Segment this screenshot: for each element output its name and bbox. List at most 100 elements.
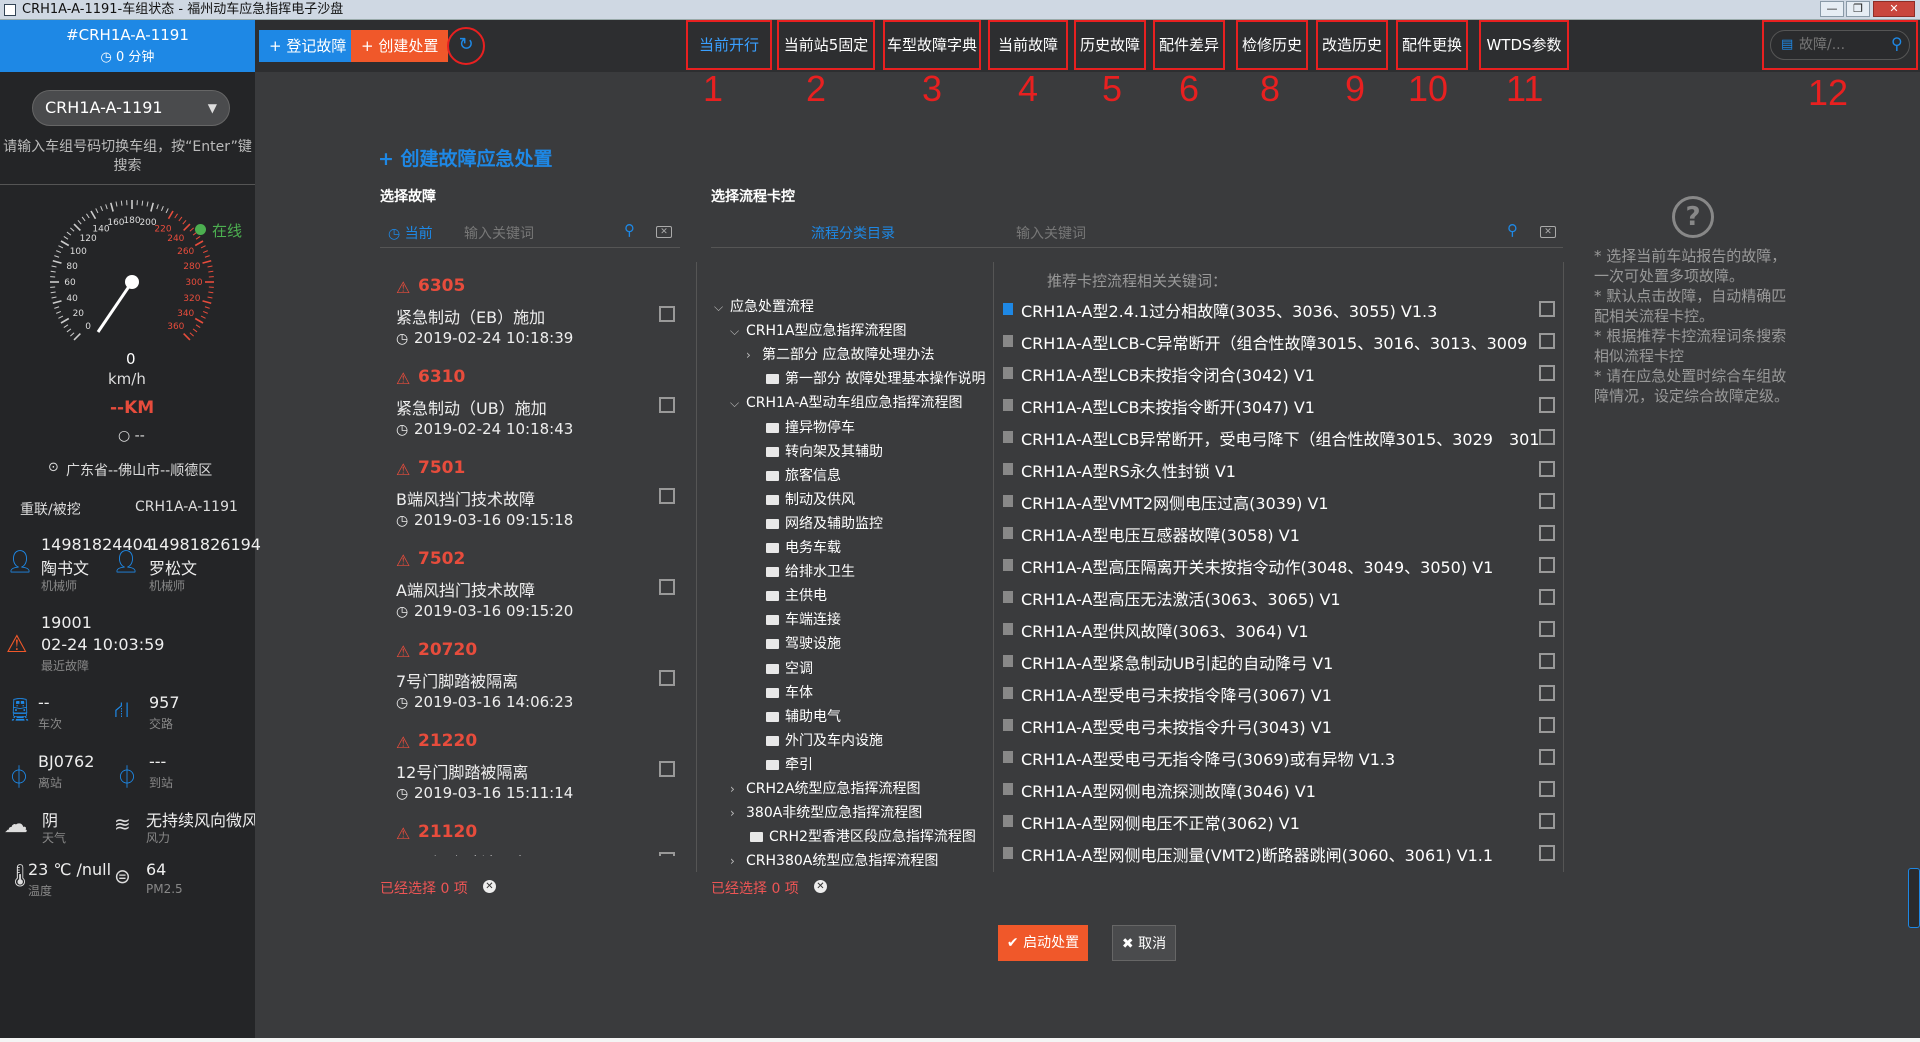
process-checkbox[interactable] — [1539, 365, 1555, 381]
tree-node[interactable]: › 380A非统型应急指挥流程图 — [730, 802, 922, 822]
tab-current-station[interactable]: 当前站5固定 — [777, 20, 875, 70]
tree-node[interactable]: 第一部分 故障处理基本操作说明 — [746, 368, 985, 388]
tab-parts-diff[interactable]: 配件差异 — [1153, 20, 1225, 70]
tree-node[interactable]: 旅客信息 — [746, 465, 841, 485]
process-checkbox[interactable] — [1539, 557, 1555, 573]
flow-keyword-input[interactable]: 输入关键词 — [1016, 223, 1086, 243]
tree-node[interactable]: 外门及车内设施 — [746, 730, 883, 750]
search-icon[interactable]: ⚲ — [1507, 221, 1518, 239]
tab-repair-history[interactable]: 检修历史 — [1236, 20, 1308, 70]
process-checkbox[interactable] — [1539, 461, 1555, 477]
tab-current-running[interactable]: 当前开行 — [686, 20, 772, 70]
tree-node[interactable]: ⌵ CRH1A型应急指挥流程图 — [730, 320, 907, 340]
process-item[interactable]: CRH1A-A型VMT2网侧电压过高(3039) V1 — [1003, 490, 1563, 514]
process-item[interactable]: CRH1A-A型LCB-C异常断开（组合性故障3015、3016、3013、30… — [1003, 330, 1563, 354]
fault-checkbox[interactable] — [659, 852, 675, 856]
tree-node[interactable]: 空调 — [746, 658, 813, 678]
process-item[interactable]: CRH1A-A型网侧电流探测故障(3046) V1 — [1003, 778, 1563, 802]
process-checkbox[interactable] — [1539, 685, 1555, 701]
minimize-button[interactable]: — — [1820, 1, 1844, 17]
tree-node[interactable]: 电务车载 — [746, 537, 841, 557]
fault-checkbox[interactable] — [659, 488, 675, 504]
process-checkbox[interactable] — [1539, 621, 1555, 637]
search-icon[interactable]: ⚲ — [1891, 34, 1903, 53]
tab-modify-history[interactable]: 改造历史 — [1316, 20, 1388, 70]
process-checkbox[interactable] — [1539, 525, 1555, 541]
process-checkbox[interactable] — [1539, 589, 1555, 605]
fault-item[interactable]: ⚠ 21120 11号门脚踏被隔离 — [396, 822, 696, 856]
process-checkbox[interactable] — [1539, 717, 1555, 733]
tree-node[interactable]: › 第二部分 应急故障处理办法 — [746, 344, 934, 364]
refresh-icon[interactable]: ↻ — [447, 27, 485, 65]
clear-selection-icon[interactable]: ✕ — [483, 880, 496, 893]
process-item[interactable]: CRH1A-A型受电弓未按指令降弓(3067) V1 — [1003, 682, 1563, 706]
tree-node[interactable]: 辅助电气 — [746, 706, 841, 726]
tree-node[interactable]: 车体 — [746, 682, 813, 702]
process-checkbox[interactable] — [1539, 333, 1555, 349]
process-checkbox[interactable] — [1539, 301, 1555, 317]
tree-node[interactable]: 牵引 — [746, 754, 813, 774]
process-checkbox[interactable] — [1539, 653, 1555, 669]
tree-node[interactable]: › CRH380A统型应急指挥流程图 — [730, 850, 938, 870]
start-disposal-button[interactable]: ✔ 启动处置 — [998, 925, 1088, 961]
tree-node[interactable]: 撞异物停车 — [746, 417, 855, 437]
fault-keyword-input[interactable]: 输入关键词 — [464, 223, 534, 243]
process-item[interactable]: CRH1A-A型2.4.1过分相故障(3035、3036、3055) V1.3 — [1003, 298, 1563, 322]
tab-history-fault[interactable]: 历史故障 — [1074, 20, 1146, 70]
fault-item[interactable]: ⚠ 6310 紧急制动（UB）施加 ◷ 2019-02-24 10:18:43 — [396, 367, 696, 451]
fault-item[interactable]: ⚠ 21220 12号门脚踏被隔离 ◷ 2019-03-16 15:11:14 — [396, 731, 696, 815]
process-checkbox[interactable] — [1539, 845, 1555, 861]
tree-node[interactable]: 转向架及其辅助 — [746, 441, 883, 461]
fault-item[interactable]: ⚠ 7501 B端风挡门技术故障 ◷ 2019-03-16 09:15:18 — [396, 458, 696, 542]
process-checkbox[interactable] — [1539, 397, 1555, 413]
tree-node[interactable]: 制动及供风 — [746, 489, 855, 509]
process-checkbox[interactable] — [1539, 749, 1555, 765]
tree-node[interactable]: ⌵ 应急处置流程 — [714, 296, 814, 316]
scroll-handle[interactable] — [1908, 868, 1920, 928]
fault-checkbox[interactable] — [659, 761, 675, 777]
tree-node[interactable]: › CRH2A统型应急指挥流程图 — [730, 778, 921, 798]
fault-checkbox[interactable] — [659, 397, 675, 413]
process-item[interactable]: CRH1A-A型高压无法激活(3063、3065) V1 — [1003, 586, 1563, 610]
process-checkbox[interactable] — [1539, 493, 1555, 509]
fault-checkbox[interactable] — [659, 579, 675, 595]
process-item[interactable]: CRH1A-A型高压隔离开关未按指令动作(3048、3049、3050) V1 — [1003, 554, 1563, 578]
process-item[interactable]: CRH1A-A型受电弓无指令降弓(3069)或有异物 V1.3 — [1003, 746, 1563, 770]
process-item[interactable]: CRH1A-A型RS永久性封锁 V1 — [1003, 458, 1563, 482]
process-item[interactable]: CRH1A-A型受电弓未按指令升弓(3043) V1 — [1003, 714, 1563, 738]
search-icon[interactable]: ⚲ — [624, 221, 635, 239]
tab-flow-category[interactable]: 流程分类目录 — [811, 223, 895, 243]
process-item[interactable]: CRH1A-A型网侧电压测量(VMT2)断路器跳闸(3060、3061) V1.… — [1003, 842, 1563, 866]
clear-icon[interactable]: ✕ — [1540, 226, 1556, 238]
clear-selection-icon[interactable]: ✕ — [814, 880, 827, 893]
tree-node[interactable]: 主供电 — [746, 585, 827, 605]
process-item[interactable]: CRH1A-A型网侧电压不正常(3062) V1 — [1003, 810, 1563, 834]
tab-current-faults[interactable]: ◷ 当前 — [388, 223, 433, 243]
fault-item[interactable]: ⚠ 7502 A端风挡门技术故障 ◷ 2019-03-16 09:15:20 — [396, 549, 696, 633]
tree-node[interactable]: 车端连接 — [746, 609, 841, 629]
process-item[interactable]: CRH1A-A型LCB异常断开，受电弓降下（组合性故障3015、3029 301… — [1003, 426, 1563, 450]
process-item[interactable]: CRH1A-A型紧急制动UB引起的自动降弓 V1 — [1003, 650, 1563, 674]
fault-item[interactable]: ⚠ 6305 紧急制动（EB）施加 ◷ 2019-02-24 10:18:39 — [396, 276, 696, 360]
tree-node[interactable]: 驾驶设施 — [746, 633, 841, 653]
cancel-button[interactable]: ✖ 取消 — [1112, 925, 1176, 961]
tab-wtds-params[interactable]: WTDS参数 — [1479, 20, 1569, 70]
tree-node[interactable]: 给排水卫生 — [746, 561, 855, 581]
maximize-button[interactable]: ❐ — [1846, 1, 1870, 17]
tree-node[interactable]: 网络及辅助监控 — [746, 513, 883, 533]
fault-item[interactable]: ⚠ 20720 7号门脚踏被隔离 ◷ 2019-03-16 14:06:23 — [396, 640, 696, 724]
tab-parts-replace[interactable]: 配件更换 — [1396, 20, 1468, 70]
tab-fault-dictionary[interactable]: 车型故障字典 — [883, 20, 981, 70]
tree-node[interactable]: ⌵ CRH1A-A型动车组应急指挥流程图 — [730, 392, 963, 412]
process-item[interactable]: CRH1A-A型供风故障(3063、3064) V1 — [1003, 618, 1563, 642]
fault-checkbox[interactable] — [659, 306, 675, 322]
process-checkbox[interactable] — [1539, 781, 1555, 797]
create-disposal-button[interactable]: + 创建处置 — [351, 30, 449, 62]
close-button[interactable]: ✕ — [1873, 1, 1915, 17]
clear-icon[interactable]: ✕ — [656, 226, 672, 238]
train-select[interactable]: CRH1A-A-1191 ▼ — [32, 90, 230, 126]
process-checkbox[interactable] — [1539, 429, 1555, 445]
tree-node[interactable]: CRH2型香港区段应急指挥流程图 — [730, 826, 976, 846]
process-item[interactable]: CRH1A-A型LCB未按指令断开(3047) V1 — [1003, 394, 1563, 418]
process-item[interactable]: CRH1A-A型LCB未按指令闭合(3042) V1 — [1003, 362, 1563, 386]
